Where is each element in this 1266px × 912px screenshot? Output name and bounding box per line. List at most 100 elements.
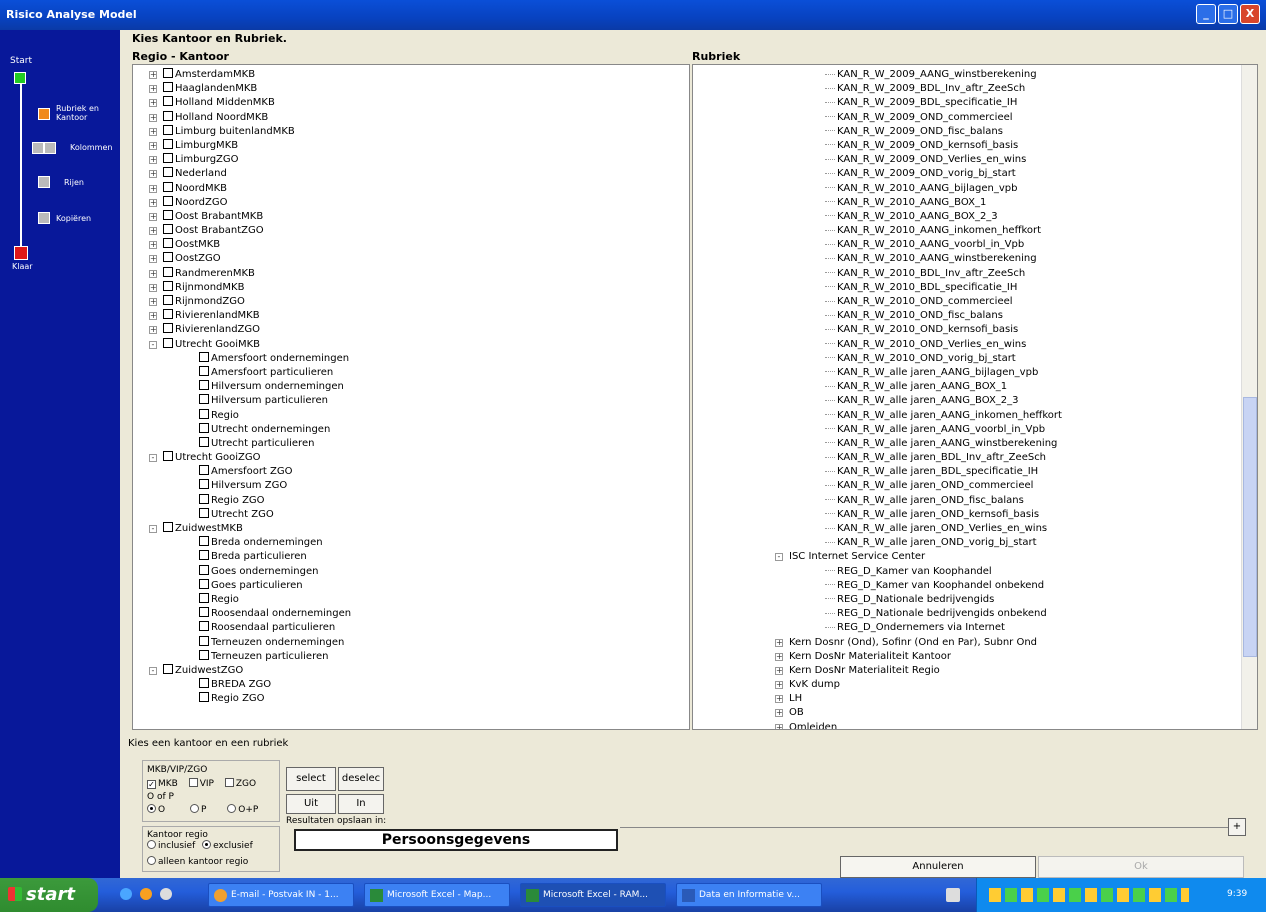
- checkbox[interactable]: [163, 181, 173, 192]
- rubriek-item[interactable]: + Kern DosNr Materialiteit Kantoor: [693, 650, 1257, 664]
- rubriek-item[interactable]: + Kern DosNr Materialiteit Regio: [693, 664, 1257, 678]
- checkbox[interactable]: [199, 621, 209, 632]
- minimize-button[interactable]: _: [1196, 4, 1216, 24]
- kantoor-item[interactable]: Regio: [133, 592, 689, 607]
- deselect-button[interactable]: deselec: [338, 767, 384, 791]
- expand-icon[interactable]: +: [775, 638, 783, 647]
- collapse-icon[interactable]: -: [775, 553, 783, 562]
- task-excel-ram[interactable]: Microsoft Excel - RAM...: [520, 883, 666, 907]
- checkbox[interactable]: [163, 153, 173, 164]
- rubriek-item[interactable]: + LH: [693, 692, 1257, 706]
- expand-icon[interactable]: +: [149, 184, 157, 193]
- kantoor-item[interactable]: Terneuzen ondernemingen: [133, 635, 689, 650]
- rubriek-scrollbar[interactable]: [1241, 65, 1257, 729]
- expand-icon[interactable]: +: [775, 666, 783, 675]
- kantoor-item[interactable]: + Oost BrabantMKB: [133, 209, 689, 224]
- checkbox[interactable]: [163, 68, 173, 78]
- kantoor-item[interactable]: + Holland MiddenMKB: [133, 96, 689, 110]
- kantoor-item[interactable]: Goes ondernemingen: [133, 564, 689, 579]
- uit-button[interactable]: Uit: [286, 794, 336, 814]
- rubriek-item[interactable]: KAN_R_W_alle jaren_BDL_Inv_aftr_ZeeSch: [693, 451, 1257, 465]
- checkbox[interactable]: [199, 564, 209, 575]
- rubriek-item[interactable]: KAN_R_W_2009_BDL_Inv_aftr_ZeeSch: [693, 82, 1257, 96]
- checkbox[interactable]: [199, 649, 209, 660]
- rubriek-item[interactable]: KAN_R_W_2009_OND_kernsofi_basis: [693, 139, 1257, 153]
- rubriek-item[interactable]: KAN_R_W_alle jaren_AANG_voorbl_in_Vpb: [693, 423, 1257, 437]
- start-button[interactable]: start: [0, 878, 98, 912]
- kantoor-item[interactable]: + RijnmondZGO: [133, 295, 689, 309]
- checkbox[interactable]: [163, 266, 173, 277]
- rubriek-item[interactable]: + Omleiden: [693, 721, 1257, 729]
- checkbox[interactable]: [199, 678, 209, 689]
- expand-icon[interactable]: +: [149, 227, 157, 236]
- expand-icon[interactable]: +: [149, 141, 157, 150]
- rubriek-item[interactable]: KAN_R_W_2010_OND_kernsofi_basis: [693, 323, 1257, 337]
- checkbox[interactable]: [163, 252, 173, 263]
- rubriek-item[interactable]: + Kern Dosnr (Ond), Sofinr (Ond en Par), …: [693, 636, 1257, 650]
- op-radio[interactable]: [227, 804, 237, 813]
- ok-button[interactable]: Ok: [1038, 856, 1244, 878]
- rubriek-item[interactable]: REG_D_Ondernemers via Internet: [693, 621, 1257, 635]
- expand-icon[interactable]: +: [149, 255, 157, 264]
- rubriek-item[interactable]: KAN_R_W_alle jaren_OND_Verlies_en_wins: [693, 522, 1257, 536]
- kantoor-item[interactable]: + HaaglandenMKB: [133, 82, 689, 96]
- expand-icon[interactable]: +: [149, 127, 157, 136]
- vip-checkbox[interactable]: [188, 778, 198, 787]
- kantoor-item[interactable]: + OostMKB: [133, 238, 689, 252]
- checkbox[interactable]: [199, 607, 209, 618]
- rubriek-item[interactable]: KAN_R_W_alle jaren_AANG_winstberekening: [693, 437, 1257, 451]
- checkbox[interactable]: [163, 522, 173, 532]
- rubriek-item[interactable]: REG_D_Kamer van Koophandel: [693, 565, 1257, 579]
- expand-icon[interactable]: +: [149, 326, 157, 335]
- rubriek-item[interactable]: KAN_R_W_2010_AANG_inkomen_heffkort: [693, 224, 1257, 238]
- expand-icon[interactable]: +: [149, 241, 157, 250]
- expand-icon[interactable]: +: [775, 652, 783, 661]
- expand-icon[interactable]: +: [149, 312, 157, 321]
- checkbox[interactable]: [163, 451, 173, 462]
- kantoor-item[interactable]: + Limburg buitenlandMKB: [133, 124, 689, 139]
- kantoor-tree[interactable]: + AmsterdamMKB + HaaglandenMKB + Holland Midd…: [132, 64, 690, 730]
- checkbox[interactable]: [163, 167, 173, 178]
- checkbox[interactable]: [199, 394, 209, 405]
- rubriek-item[interactable]: REG_D_Nationale bedrijvengids onbekend: [693, 607, 1257, 621]
- checkbox[interactable]: [199, 578, 209, 589]
- rubriek-item[interactable]: KAN_R_W_2010_AANG_BOX_1: [693, 196, 1257, 210]
- firefox-icon[interactable]: [140, 888, 152, 900]
- kantoor-item[interactable]: Regio ZGO: [133, 493, 689, 508]
- rubriek-tree[interactable]: KAN_R_W_2009_AANG_winstberekening KAN_R_W…: [692, 64, 1258, 730]
- kantoor-item[interactable]: - ZuidwestMKB: [133, 522, 689, 536]
- kantoor-item[interactable]: + AmsterdamMKB: [133, 68, 689, 82]
- checkbox[interactable]: [199, 692, 209, 703]
- expand-icon[interactable]: +: [775, 723, 783, 729]
- rubriek-item[interactable]: KAN_R_W_alle jaren_OND_kernsofi_basis: [693, 508, 1257, 522]
- checkbox[interactable]: [163, 337, 173, 348]
- kantoor-item[interactable]: + RivierenlandZGO: [133, 323, 689, 337]
- rubriek-item[interactable]: KAN_R_W_alle jaren_AANG_inkomen_heffkort: [693, 409, 1257, 423]
- checkbox[interactable]: [163, 280, 173, 291]
- rubriek-item[interactable]: KAN_R_W_2009_OND_commercieel: [693, 111, 1257, 125]
- collapse-icon[interactable]: -: [149, 666, 157, 675]
- kantoor-item[interactable]: Roosendaal particulieren: [133, 621, 689, 635]
- expand-icon[interactable]: +: [775, 695, 783, 704]
- rubriek-item[interactable]: KAN_R_W_alle jaren_OND_commercieel: [693, 479, 1257, 493]
- task-word[interactable]: Data en Informatie v...: [676, 883, 822, 907]
- tray-icons[interactable]: [989, 888, 1189, 902]
- checkbox[interactable]: [199, 408, 209, 419]
- kantoor-item[interactable]: Regio: [133, 408, 689, 423]
- collapse-icon[interactable]: -: [149, 525, 157, 533]
- kantoor-item[interactable]: + Holland NoordMKB: [133, 110, 689, 125]
- kantoor-item[interactable]: + RandmerenMKB: [133, 266, 689, 281]
- expand-icon[interactable]: +: [149, 198, 157, 207]
- checkbox[interactable]: [163, 82, 173, 93]
- rubriek-item[interactable]: KAN_R_W_2009_AANG_winstberekening: [693, 68, 1257, 82]
- rubriek-item[interactable]: KAN_R_W_2010_OND_vorig_bj_start: [693, 352, 1257, 366]
- rubriek-item[interactable]: + KvK dump: [693, 678, 1257, 692]
- kantoor-item[interactable]: Hilversum ZGO: [133, 479, 689, 493]
- zgo-checkbox[interactable]: [224, 778, 234, 787]
- rubriek-item[interactable]: KAN_R_W_2010_BDL_specificatie_IH: [693, 281, 1257, 295]
- checkbox[interactable]: [163, 224, 173, 235]
- kantoor-item[interactable]: - Utrecht GooiZGO: [133, 451, 689, 465]
- kantoor-item[interactable]: Hilversum ondernemingen: [133, 380, 689, 394]
- checkbox[interactable]: [163, 110, 173, 121]
- expand-icon[interactable]: +: [149, 212, 157, 221]
